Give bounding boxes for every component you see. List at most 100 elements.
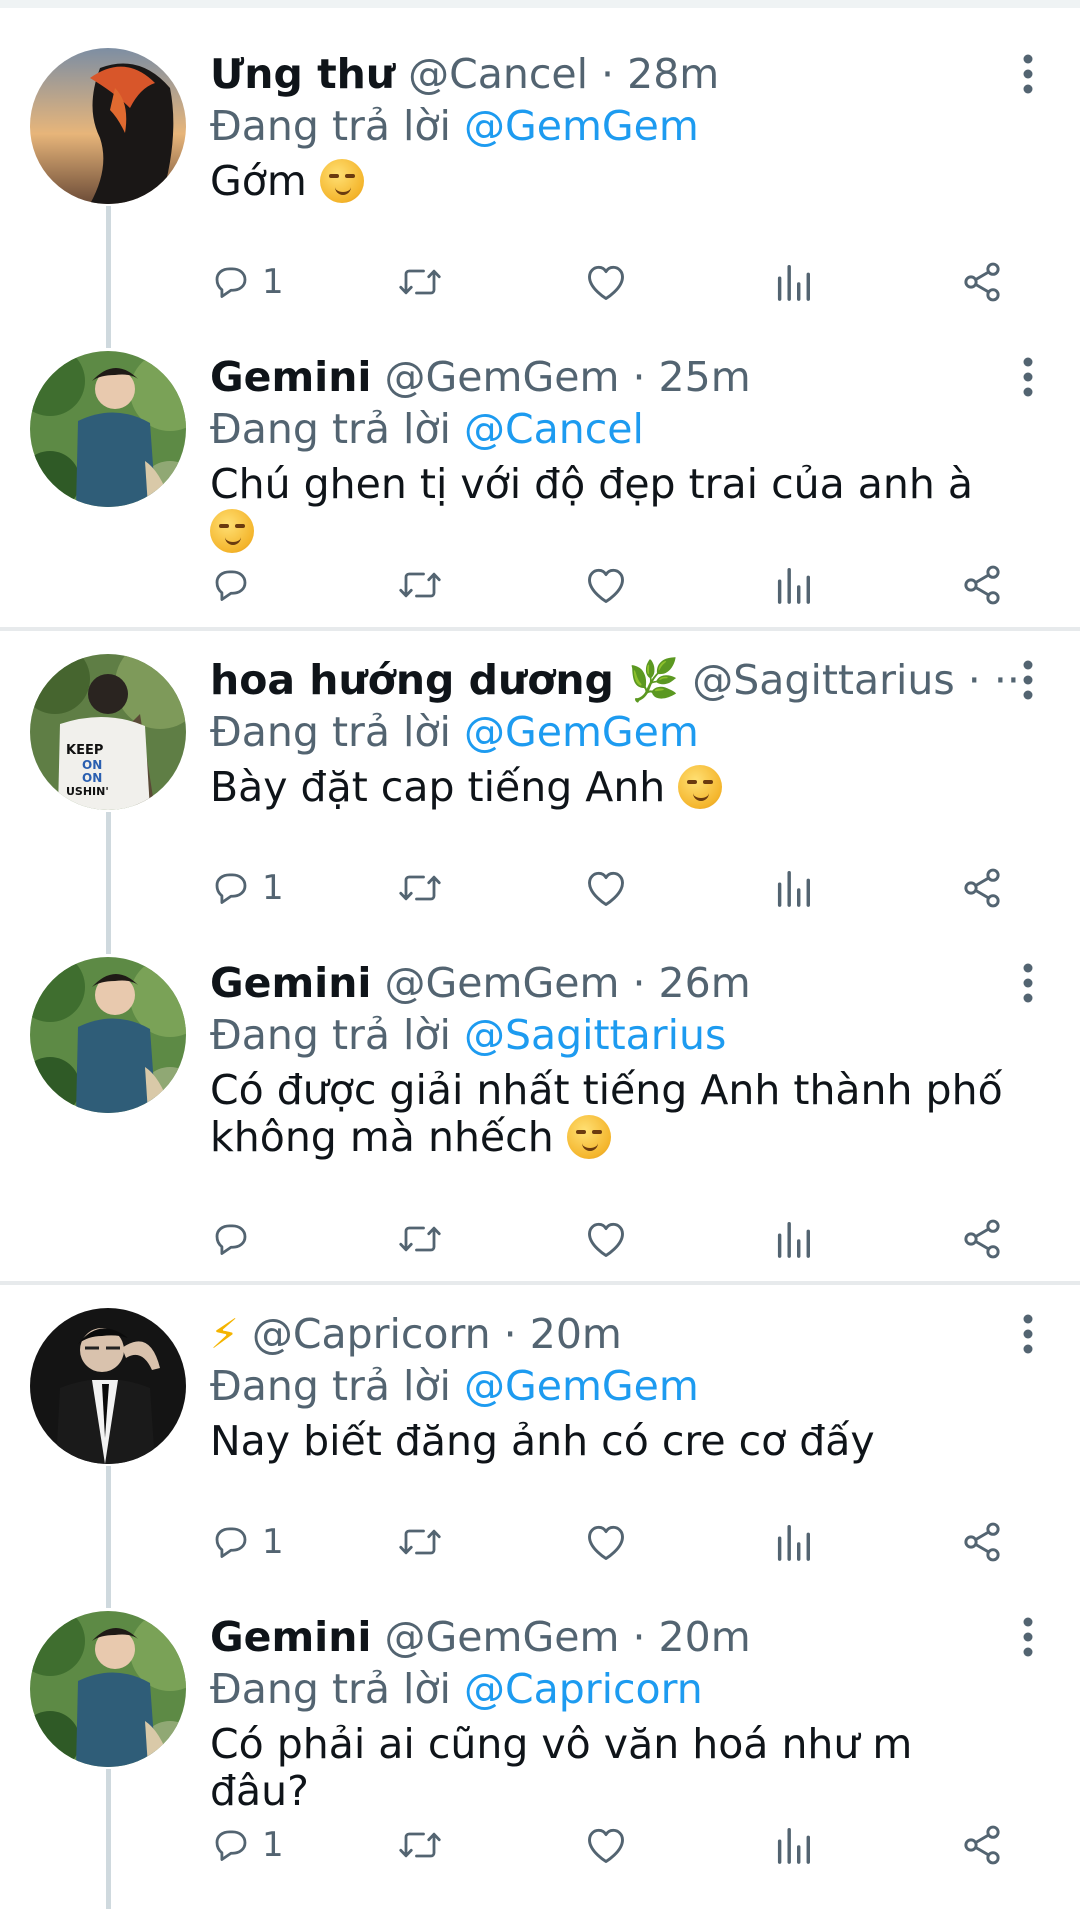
share-icon bbox=[964, 868, 1000, 908]
views-button[interactable] bbox=[773, 858, 813, 918]
heart-icon bbox=[588, 1828, 624, 1863]
mention-link[interactable]: @GemGem bbox=[464, 102, 699, 150]
like-button[interactable] bbox=[584, 1512, 628, 1572]
like-button[interactable] bbox=[584, 1209, 628, 1269]
views-button[interactable] bbox=[773, 1512, 813, 1572]
reply-button[interactable]: 1 bbox=[210, 252, 284, 312]
share-button[interactable] bbox=[960, 1815, 1004, 1875]
tweet-5[interactable]: ⚡ @Capricorn · 20m Đang trả lời @GemGem … bbox=[0, 1308, 1080, 1608]
avatar[interactable] bbox=[30, 351, 186, 507]
action-bar: 1 bbox=[210, 1512, 1020, 1572]
like-button[interactable] bbox=[584, 858, 628, 918]
timestamp[interactable]: 20m bbox=[530, 1310, 622, 1358]
tweet-1[interactable]: Ưng thư @Cancel · 28m Đang trả lời @GemG… bbox=[0, 48, 1080, 348]
retweet-icon bbox=[399, 1529, 441, 1555]
replying-to-label: Đang trả lời bbox=[210, 708, 451, 756]
replying-to: Đang trả lời @Sagittarius bbox=[210, 1009, 1010, 1061]
retweet-button[interactable] bbox=[396, 858, 444, 918]
mention-link[interactable]: @Cancel bbox=[464, 405, 644, 453]
retweet-button[interactable] bbox=[396, 252, 444, 312]
reply-button[interactable] bbox=[210, 555, 262, 615]
avatar[interactable] bbox=[30, 48, 186, 204]
replying-to: Đang trả lời @GemGem bbox=[210, 100, 1010, 152]
handle[interactable]: @Capricorn bbox=[252, 1310, 491, 1358]
share-button[interactable] bbox=[960, 1512, 1004, 1572]
share-icon bbox=[964, 1825, 1000, 1865]
like-button[interactable] bbox=[584, 555, 628, 615]
mention-link[interactable]: @Capricorn bbox=[464, 1665, 703, 1713]
share-button[interactable] bbox=[960, 858, 1004, 918]
handle[interactable]: @Cancel bbox=[408, 50, 588, 98]
mention-link[interactable]: @Sagittarius bbox=[464, 1011, 726, 1059]
display-name[interactable]: Gemini bbox=[210, 1613, 371, 1661]
display-name[interactable]: Gemini bbox=[210, 959, 371, 1007]
action-bar bbox=[210, 1209, 1020, 1269]
views-button[interactable] bbox=[773, 1209, 813, 1269]
mention-link[interactable]: @GemGem bbox=[464, 708, 699, 756]
views-button[interactable] bbox=[773, 555, 813, 615]
tweet-header: Gemini @GemGem · 26m bbox=[210, 957, 1010, 1009]
retweet-button[interactable] bbox=[396, 1512, 444, 1572]
reply-button[interactable]: 1 bbox=[210, 1512, 284, 1572]
more-vertical-icon[interactable] bbox=[1016, 1617, 1040, 1657]
reply-button[interactable] bbox=[210, 1209, 262, 1269]
dot-separator: · bbox=[601, 50, 628, 98]
more-vertical-icon[interactable] bbox=[1016, 54, 1040, 94]
retweet-icon bbox=[399, 1226, 441, 1252]
heart-icon bbox=[588, 871, 624, 906]
more-vertical-icon[interactable] bbox=[1016, 1314, 1040, 1354]
replying-to-label: Đang trả lời bbox=[210, 1665, 451, 1713]
share-button[interactable] bbox=[960, 252, 1004, 312]
share-button[interactable] bbox=[960, 1209, 1004, 1269]
retweet-button[interactable] bbox=[396, 1209, 444, 1269]
action-bar: 1 bbox=[210, 1815, 1020, 1875]
reply-count: 1 bbox=[262, 1825, 284, 1865]
like-button[interactable] bbox=[584, 252, 628, 312]
like-button[interactable] bbox=[584, 1815, 628, 1875]
timestamp[interactable]: 20m bbox=[659, 1613, 751, 1661]
share-button[interactable] bbox=[960, 555, 1004, 615]
display-name[interactable]: Gemini bbox=[210, 353, 371, 401]
share-icon bbox=[964, 1219, 1000, 1259]
retweet-icon bbox=[399, 269, 441, 295]
handle[interactable]: @GemGem bbox=[385, 1613, 620, 1661]
avatar[interactable]: KEEP ON ON USHIN' bbox=[30, 654, 186, 810]
timestamp[interactable]: 25m bbox=[659, 353, 751, 401]
reply-button[interactable]: 1 bbox=[210, 1815, 284, 1875]
avatar[interactable] bbox=[30, 957, 186, 1113]
tweet-3[interactable]: KEEP ON ON USHIN' hoa hướng dương 🌿 @Sag… bbox=[0, 654, 1080, 954]
handle[interactable]: @GemGem bbox=[385, 959, 620, 1007]
reply-icon bbox=[215, 267, 247, 298]
avatar[interactable] bbox=[30, 1611, 186, 1767]
mention-link[interactable]: @GemGem bbox=[464, 1362, 699, 1410]
display-name[interactable]: Ưng thư bbox=[210, 50, 395, 98]
timestamp[interactable]: 26m bbox=[659, 959, 751, 1007]
reply-icon bbox=[215, 873, 247, 904]
tweet-6[interactable]: Gemini @GemGem · 20m Đang trả lời @Capri… bbox=[0, 1611, 1080, 1909]
replying-to: Đang trả lời @Cancel bbox=[210, 403, 1010, 455]
views-button[interactable] bbox=[773, 1815, 813, 1875]
dot-separator: · bbox=[632, 1613, 659, 1661]
more-vertical-icon[interactable] bbox=[1016, 660, 1040, 700]
smirk-emoji-icon bbox=[210, 509, 254, 553]
action-bar: 1 bbox=[210, 252, 1020, 312]
tweet-header: ⚡ @Capricorn · 20m bbox=[210, 1308, 1010, 1360]
timestamp[interactable]: 28m bbox=[627, 50, 719, 98]
views-bar-icon bbox=[777, 568, 810, 604]
tweet-4[interactable]: Gemini @GemGem · 26m Đang trả lời @Sagit… bbox=[0, 957, 1080, 1281]
handle[interactable]: @GemGem bbox=[385, 353, 620, 401]
retweet-button[interactable] bbox=[396, 555, 444, 615]
more-vertical-icon[interactable] bbox=[1016, 357, 1040, 397]
display-name[interactable]: hoa hướng dương 🌿 bbox=[210, 656, 679, 704]
avatar[interactable] bbox=[30, 1308, 186, 1464]
thread-line bbox=[106, 812, 111, 954]
more-vertical-icon[interactable] bbox=[1016, 963, 1040, 1003]
reply-button[interactable]: 1 bbox=[210, 858, 284, 918]
replying-to-label: Đang trả lời bbox=[210, 1362, 451, 1410]
views-button[interactable] bbox=[773, 252, 813, 312]
retweet-button[interactable] bbox=[396, 1815, 444, 1875]
display-name[interactable]: ⚡ bbox=[210, 1310, 239, 1358]
tweet-header: Gemini @GemGem · 25m bbox=[210, 351, 1010, 403]
tweet-2[interactable]: Gemini @GemGem · 25m Đang trả lời @Cance… bbox=[0, 351, 1080, 627]
handle[interactable]: @Sagittarius bbox=[692, 656, 954, 704]
